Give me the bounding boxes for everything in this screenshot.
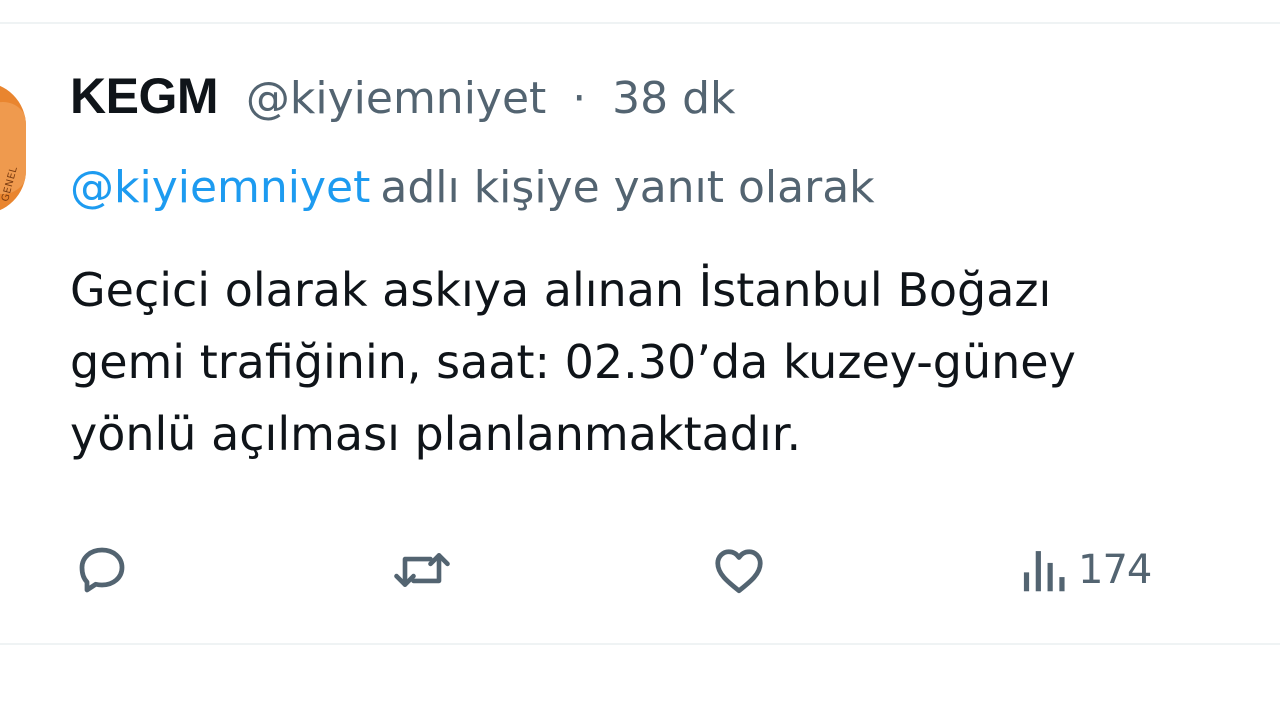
- timestamp[interactable]: 38 dk: [612, 73, 735, 124]
- tweet-text-line: gemi trafiğinin, saat: 02.30’da kuzey-gü…: [70, 335, 1076, 389]
- tweet-text-line: yönlü açılması planlanmaktadır.: [70, 407, 802, 461]
- reply-context-label: adlı kişiye yanıt olarak: [380, 162, 875, 213]
- views-button[interactable]: 174: [1018, 538, 1152, 602]
- reply-to-link[interactable]: @kiyiemniyet: [70, 162, 370, 213]
- views-icon: [1018, 540, 1070, 600]
- retweet-button[interactable]: [388, 538, 456, 602]
- top-divider: [0, 22, 1280, 24]
- avatar[interactable]: GENEL: [0, 82, 26, 214]
- tweet-text: Geçici olarak askıya alınan İstanbul Boğ…: [70, 254, 1280, 470]
- header-separator: ·: [572, 73, 587, 124]
- author-handle[interactable]: @kiyiemniyet: [246, 73, 546, 124]
- action-bar: 174: [0, 538, 1280, 602]
- heart-icon: [708, 540, 770, 600]
- tweet-card[interactable]: GENEL KEGM @kiyiemniyet · 38 dk @kiyiemn…: [0, 0, 1280, 720]
- tweet-header: KEGM @kiyiemniyet · 38 dk: [70, 64, 735, 131]
- like-button[interactable]: [708, 538, 770, 602]
- reply-icon: [72, 540, 132, 600]
- tweet-text-line: Geçici olarak askıya alınan İstanbul Boğ…: [70, 263, 1052, 317]
- reply-button[interactable]: [72, 538, 132, 602]
- author-name[interactable]: KEGM: [70, 68, 219, 124]
- reply-context: @kiyiemniyet adlı kişiye yanıt olarak: [70, 156, 875, 220]
- views-count: 174: [1078, 547, 1152, 593]
- bottom-divider: [0, 643, 1280, 645]
- retweet-icon: [388, 540, 456, 600]
